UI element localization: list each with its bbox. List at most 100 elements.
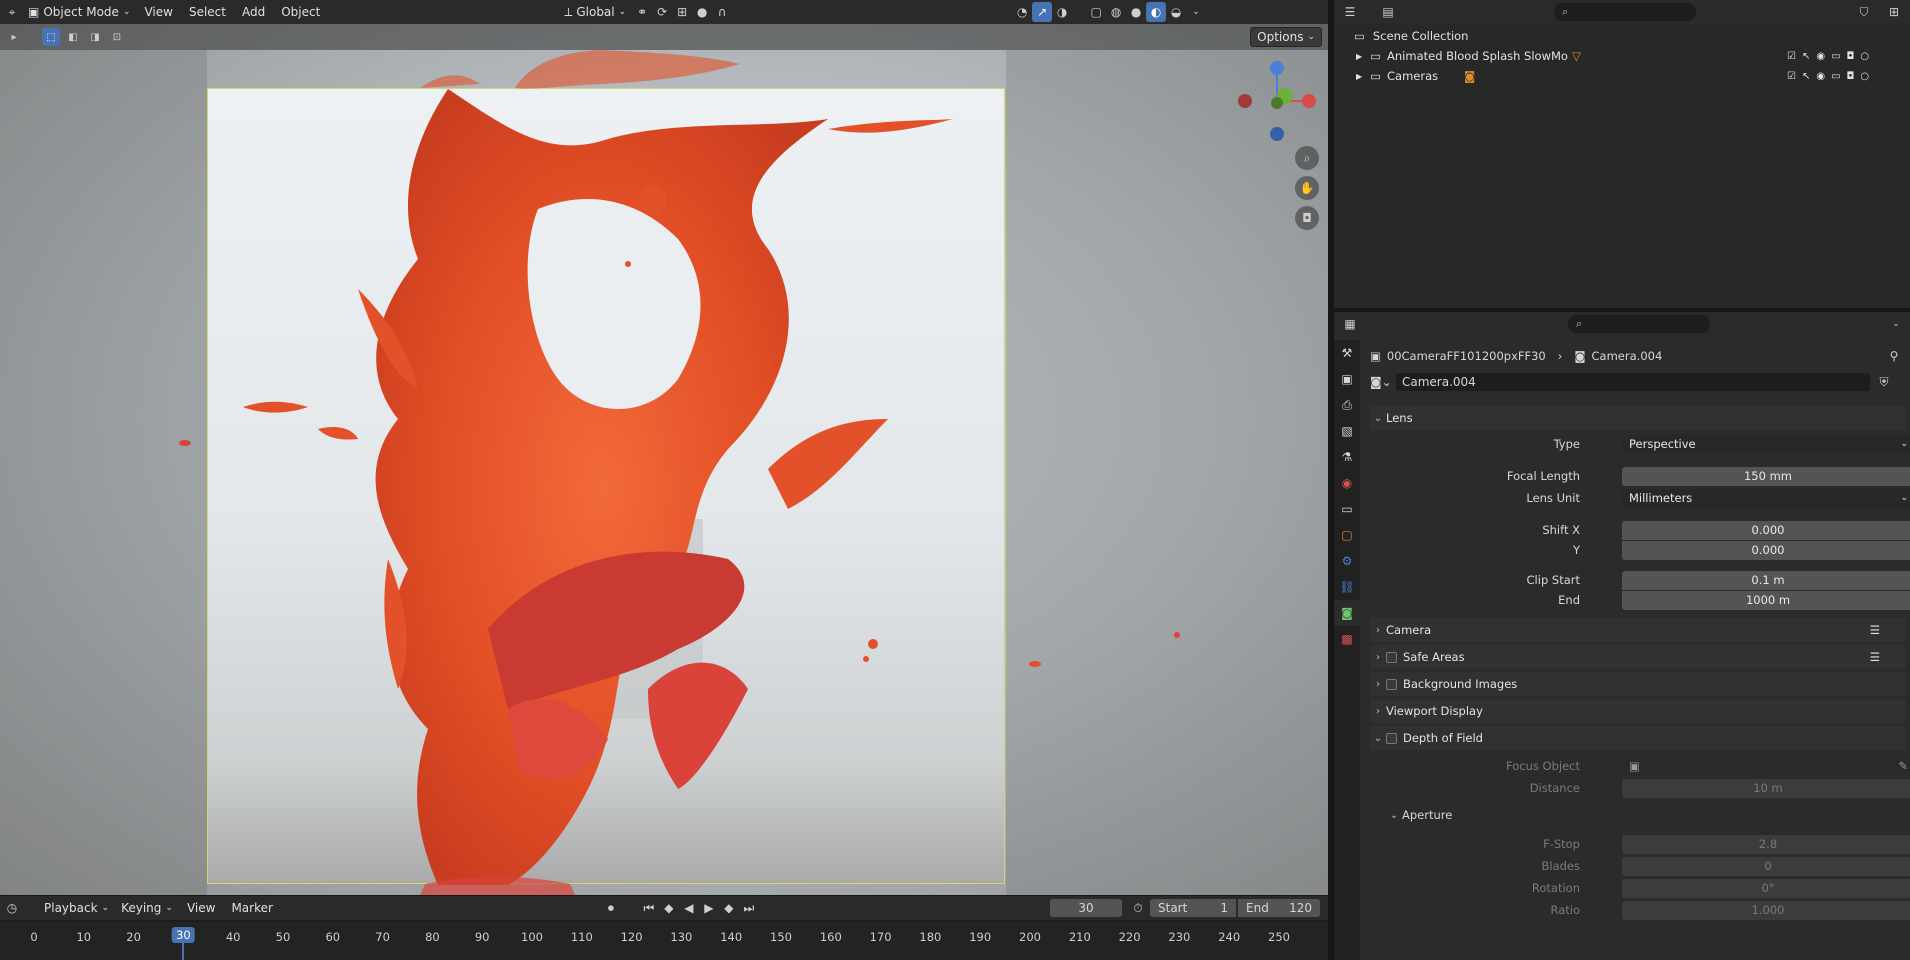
pin-icon[interactable]: ⚲ [1884, 346, 1904, 366]
background-images-panel-header[interactable]: › Background Images [1370, 672, 1906, 696]
constraint-tab-icon[interactable]: ⛓ [1334, 574, 1360, 600]
zoom-icon[interactable]: ⌕ [1295, 146, 1319, 170]
orientation-dropdown[interactable]: ⟂ Global ⌄ [558, 2, 632, 22]
material-shading-icon[interactable]: ◐ [1146, 2, 1167, 22]
shift-y-field[interactable]: 0.000 [1622, 540, 1910, 560]
outliner-scene-collection[interactable]: ▭ Scene Collection [1334, 26, 1910, 46]
clip-end-field[interactable]: 1000 m [1622, 590, 1910, 610]
record-icon[interactable]: ⏺ [601, 898, 621, 918]
object-tab-icon[interactable]: ▢ [1334, 522, 1360, 548]
properties-editor-icon[interactable]: ▦ [1340, 314, 1360, 334]
chevron-down-icon[interactable]: ⌄ [1886, 314, 1906, 334]
menu-object[interactable]: Object [273, 1, 328, 23]
prev-keyframe-icon[interactable]: ◆ [659, 898, 679, 918]
shading-options-icon[interactable]: ⌄ [1186, 2, 1206, 22]
expand-arrow-icon[interactable]: ▶ [1356, 72, 1362, 81]
camera-view-icon[interactable]: ◘ [1295, 206, 1319, 230]
camera-panel-header[interactable]: › Camera ☰ [1370, 618, 1906, 642]
menu-view[interactable]: View [136, 1, 180, 23]
render-tab-icon[interactable]: ▣ [1334, 366, 1360, 392]
safe-areas-checkbox[interactable] [1386, 651, 1397, 663]
safe-areas-panel-header[interactable]: › Safe Areas ☰ [1370, 645, 1906, 669]
outliner-item-splash[interactable]: ▶ ▭ Animated Blood Splash SlowMo ▽ ☑↖◉▭◘… [1334, 46, 1910, 66]
row-toggle-icons[interactable]: ☑↖◉▭◘○ [1787, 71, 1875, 82]
proportional-edit-icon[interactable]: ● [692, 2, 712, 22]
overlay-icon[interactable]: ◑ [1052, 2, 1072, 22]
visibility-icon[interactable]: ◔ [1012, 2, 1032, 22]
jump-end-icon[interactable]: ⏭ [739, 898, 759, 918]
scene-tab-icon[interactable]: ⚗ [1334, 444, 1360, 470]
keying-menu[interactable]: Keying ⌄ [115, 898, 179, 918]
focal-length-field[interactable]: 150 mm [1622, 466, 1910, 486]
current-frame-field[interactable]: 30 [1050, 899, 1122, 917]
collection-tab-icon[interactable]: ▭ [1334, 496, 1360, 522]
world-tab-icon[interactable]: ◉ [1334, 470, 1360, 496]
menu-select[interactable]: Select [181, 1, 234, 23]
blades-field[interactable]: 0 [1622, 856, 1910, 876]
tool-tab-icon[interactable]: ⚒ [1334, 340, 1360, 366]
wireframe-shading-icon[interactable]: ◍ [1106, 2, 1126, 22]
xray-icon[interactable]: ▢ [1086, 2, 1106, 22]
select-tool-icon[interactable]: ▸ [6, 29, 22, 45]
expand-arrow-icon[interactable]: ▶ [1356, 52, 1362, 61]
rotation-field[interactable]: 0° [1622, 878, 1910, 898]
end-frame-field[interactable]: End 120 [1238, 899, 1320, 917]
current-frame-indicator[interactable]: 30 [172, 927, 195, 943]
presets-icon[interactable]: ☰ [1870, 623, 1880, 637]
gizmo-icon[interactable]: ↗ [1032, 2, 1053, 22]
filter-icon[interactable]: ⛉ [1854, 2, 1874, 22]
view-layer-tab-icon[interactable]: ▧ [1334, 418, 1360, 444]
rendered-shading-icon[interactable]: ◒ [1166, 2, 1186, 22]
outliner-item-cameras[interactable]: ▶ ▭ Cameras ◙ ☑↖◉▭◘○ [1334, 66, 1910, 86]
outliner-search-input[interactable]: ⌕ [1554, 3, 1696, 21]
solid-shading-icon[interactable]: ● [1126, 2, 1146, 22]
clip-start-field[interactable]: 0.1 m [1622, 570, 1910, 590]
play-reverse-icon[interactable]: ◀ [679, 898, 699, 918]
outliner-editor-icon[interactable]: ☰ [1340, 2, 1360, 22]
focus-object-field[interactable]: ▣ ✎ [1622, 756, 1910, 776]
distance-field[interactable]: 10 m [1622, 778, 1910, 798]
start-frame-field[interactable]: Start 1 [1150, 899, 1236, 917]
navigation-gizmo[interactable] [1234, 58, 1320, 144]
lens-type-dropdown[interactable]: Perspective ⌄ [1622, 434, 1910, 454]
timeline-view-menu[interactable]: View [179, 897, 223, 919]
aperture-subpanel-header[interactable]: ⌄ Aperture [1386, 804, 1906, 826]
pan-hand-icon[interactable]: ✋ [1295, 176, 1319, 200]
pivot-icon[interactable]: ⚭ [632, 2, 652, 22]
depth-of-field-panel-header[interactable]: ⌄ Depth of Field [1370, 726, 1906, 750]
select-intersect-icon[interactable]: ⊡ [108, 28, 126, 46]
editor-type-icon[interactable]: ⌖ [2, 2, 22, 22]
falloff-icon[interactable]: ∩ [712, 2, 732, 22]
fake-user-shield-icon[interactable]: ⛨ [1874, 375, 1894, 390]
datablock-selector[interactable]: ◙⌄ Camera.004 ⛨ [1370, 372, 1894, 392]
output-tab-icon[interactable]: ⎙ [1334, 392, 1360, 418]
area-separator[interactable] [0, 895, 1328, 896]
jump-start-icon[interactable]: ⏮ [639, 898, 659, 918]
fstop-field[interactable]: 2.8 [1622, 834, 1910, 854]
options-button[interactable]: Options ⌄ [1250, 27, 1322, 47]
viewport-display-panel-header[interactable]: › Viewport Display [1370, 699, 1906, 723]
lens-unit-dropdown[interactable]: Millimeters ⌄ [1622, 488, 1910, 508]
background-images-checkbox[interactable] [1386, 678, 1397, 690]
marker-menu[interactable]: Marker [223, 897, 280, 919]
mode-dropdown[interactable]: ▣ Object Mode ⌄ [22, 2, 136, 22]
depth-of-field-checkbox[interactable] [1386, 732, 1397, 744]
datablock-name-field[interactable]: Camera.004 [1396, 373, 1870, 391]
display-mode-icon[interactable]: ▤ [1378, 2, 1398, 22]
texture-tab-icon[interactable]: ▩ [1334, 626, 1360, 652]
shift-x-field[interactable]: 0.000 [1622, 520, 1910, 540]
ratio-field[interactable]: 1.000 [1622, 900, 1910, 920]
camera-data-tab-icon[interactable]: ◙ [1334, 600, 1360, 626]
clock-editor-icon[interactable]: ◷ [2, 898, 22, 918]
lens-panel-header[interactable]: ⌄ Lens [1370, 406, 1906, 430]
viewport[interactable]: ▸ ⬚ ◧ ◨ ⊡ Options ⌄ ⌕ ✋ ◘ [0, 24, 1328, 895]
eyedropper-icon[interactable]: ✎ [1898, 759, 1908, 773]
modifier-tab-icon[interactable]: ⚙ [1334, 548, 1360, 574]
presets-icon[interactable]: ☰ [1870, 650, 1880, 664]
select-new-icon[interactable]: ⬚ [42, 28, 60, 46]
new-collection-icon[interactable]: ⊞ [1884, 2, 1904, 22]
properties-search-input[interactable]: ⌕ [1568, 315, 1710, 333]
stopwatch-icon[interactable]: ⏱ [1128, 898, 1148, 918]
playback-menu[interactable]: Playback ⌄ [38, 898, 115, 918]
snap-icon[interactable]: ⟳ [652, 2, 672, 22]
